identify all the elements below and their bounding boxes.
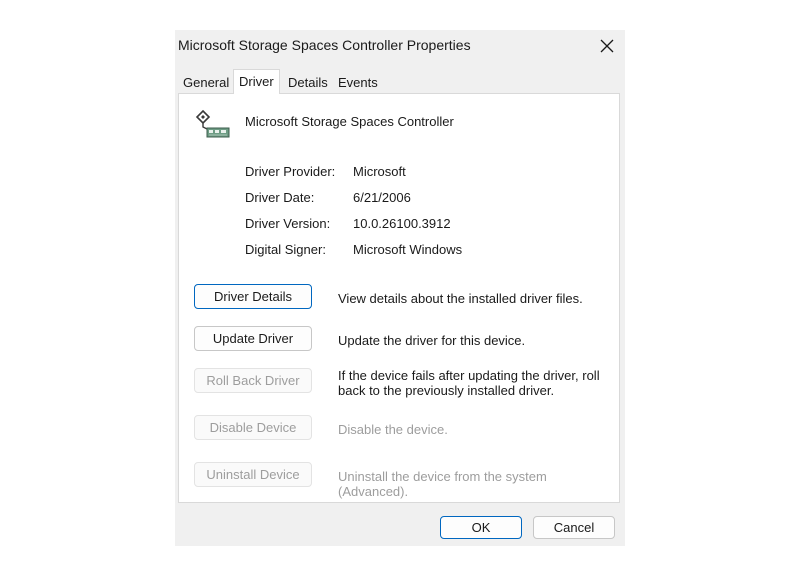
storage-controller-icon [195, 109, 230, 138]
tab-events[interactable]: Events [333, 73, 383, 93]
driver-provider-value: Microsoft [353, 164, 406, 179]
tab-driver[interactable]: Driver [233, 69, 280, 94]
properties-dialog: Microsoft Storage Spaces Controller Prop… [175, 30, 625, 546]
driver-provider-label: Driver Provider: [245, 164, 336, 179]
driver-version-label: Driver Version: [245, 216, 331, 231]
uninstall-device-button[interactable]: Uninstall Device [194, 462, 312, 487]
tab-general[interactable]: General [178, 73, 234, 93]
title-bar: Microsoft Storage Spaces Controller Prop… [175, 30, 625, 62]
dialog-title: Microsoft Storage Spaces Controller Prop… [178, 37, 471, 53]
close-icon [600, 39, 614, 53]
cancel-button[interactable]: Cancel [533, 516, 615, 539]
driver-version-value: 10.0.26100.3912 [353, 216, 451, 231]
disable-device-description: Disable the device. [338, 422, 448, 437]
roll-back-driver-button[interactable]: Roll Back Driver [194, 368, 312, 393]
ok-button[interactable]: OK [440, 516, 522, 539]
driver-tab-panel: Microsoft Storage Spaces Controller Driv… [178, 93, 620, 503]
close-button[interactable] [593, 32, 621, 60]
update-driver-button[interactable]: Update Driver [194, 326, 312, 351]
digital-signer-value: Microsoft Windows [353, 242, 463, 257]
tab-details[interactable]: Details [283, 73, 333, 93]
driver-details-description: View details about the installed driver … [338, 291, 583, 306]
update-driver-description: Update the driver for this device. [338, 333, 526, 348]
roll-back-driver-description: If the device fails after updating the d… [338, 368, 600, 398]
device-name: Microsoft Storage Spaces Controller [245, 114, 454, 129]
digital-signer-label: Digital Signer: [245, 242, 326, 257]
disable-device-button[interactable]: Disable Device [194, 415, 312, 440]
uninstall-device-description: Uninstall the device from the system (Ad… [338, 469, 547, 499]
driver-date-label: Driver Date: [245, 190, 315, 205]
driver-details-button[interactable]: Driver Details [194, 284, 312, 309]
driver-date-value: 6/21/2006 [353, 190, 411, 205]
